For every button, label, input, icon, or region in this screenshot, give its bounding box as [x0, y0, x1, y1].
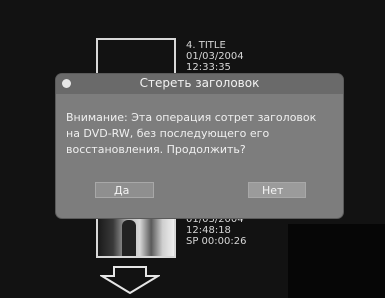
dialog-message-line: на DVD-RW, без последующего его — [66, 127, 270, 140]
title-entry-info: 4. TITLE 01/03/2004 12:33:35 — [186, 40, 244, 73]
yes-button[interactable]: Да — [95, 182, 154, 198]
title-entry-duration: SP 00:00:26 — [186, 236, 247, 247]
dvd-menu-screen: 4. TITLE 01/03/2004 12:33:35 01/03/2004 … — [0, 0, 385, 298]
preview-area — [288, 224, 385, 298]
title-entry-info: 01/03/2004 12:48:18 SP 00:00:26 — [186, 214, 246, 247]
thumbnail-figure — [122, 220, 136, 256]
erase-title-dialog: Стереть заголовок Внимание: Эта операция… — [56, 74, 343, 218]
dialog-title: Стереть заголовок — [139, 76, 260, 90]
title-thumbnail[interactable] — [98, 214, 174, 256]
title-entry-date: 01/03/2004 — [186, 51, 244, 62]
title-entry-time: 12:33:35 — [186, 62, 231, 73]
no-button[interactable]: Нет — [248, 182, 306, 198]
dialog-message-line: Внимание: Эта операция сотрет заголовок — [66, 111, 317, 124]
down-arrow-icon[interactable] — [100, 266, 160, 294]
dialog-header: Стереть заголовок — [56, 74, 343, 94]
dialog-message-line: восстановления. Продолжить? — [66, 143, 246, 156]
title-entry-time: 12:48:18 — [186, 225, 231, 236]
dialog-message: Внимание: Эта операция сотрет заголовок … — [66, 110, 336, 158]
title-entry-name: 4. TITLE — [186, 40, 226, 51]
